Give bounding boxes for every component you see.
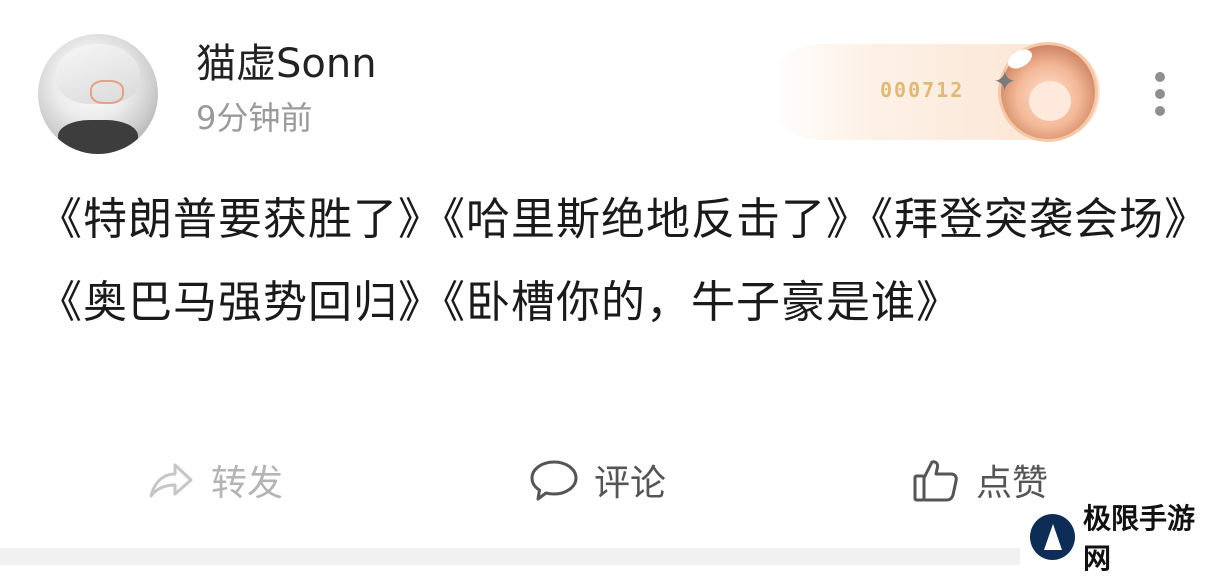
post-timestamp: 9分钟前	[196, 99, 313, 137]
share-arrow-icon	[149, 463, 193, 498]
watermark: 极限手游网	[1020, 502, 1220, 575]
badge-face	[1029, 81, 1071, 121]
fan-badge[interactable]: 000712 ✦	[770, 42, 1100, 142]
comment-button[interactable]: 评论	[528, 450, 666, 510]
comment-bubble-icon	[530, 460, 578, 501]
post-content: 《特朗普要获胜了》《哈里斯绝地反击了》《拜登突袭会场》《奥巴马强势回归》《卧槽你…	[38, 194, 1187, 328]
share-button[interactable]: 转发	[145, 450, 283, 510]
like-label: 点赞	[976, 463, 1049, 504]
post-card: 猫虚Sonn 9分钟前 000712 ✦ 《特朗普要获胜了》《哈里斯绝地反击了》…	[0, 0, 1220, 548]
share-label: 转发	[211, 463, 284, 504]
more-vertical-icon[interactable]	[1150, 72, 1170, 120]
star-icon: ✦	[993, 65, 1017, 98]
avatar-glasses	[90, 80, 124, 104]
badge-character-avatar: ✦	[993, 42, 1098, 142]
comment-label: 评论	[594, 463, 667, 504]
user-avatar[interactable]	[38, 34, 158, 154]
username[interactable]: 猫虚Sonn	[196, 40, 377, 88]
like-button[interactable]: 点赞	[910, 450, 1048, 510]
badge-number: 000712	[880, 78, 965, 102]
avatar-coat	[58, 120, 138, 154]
thumbs-up-icon	[913, 460, 958, 502]
watermark-logo-icon	[1030, 513, 1075, 560]
